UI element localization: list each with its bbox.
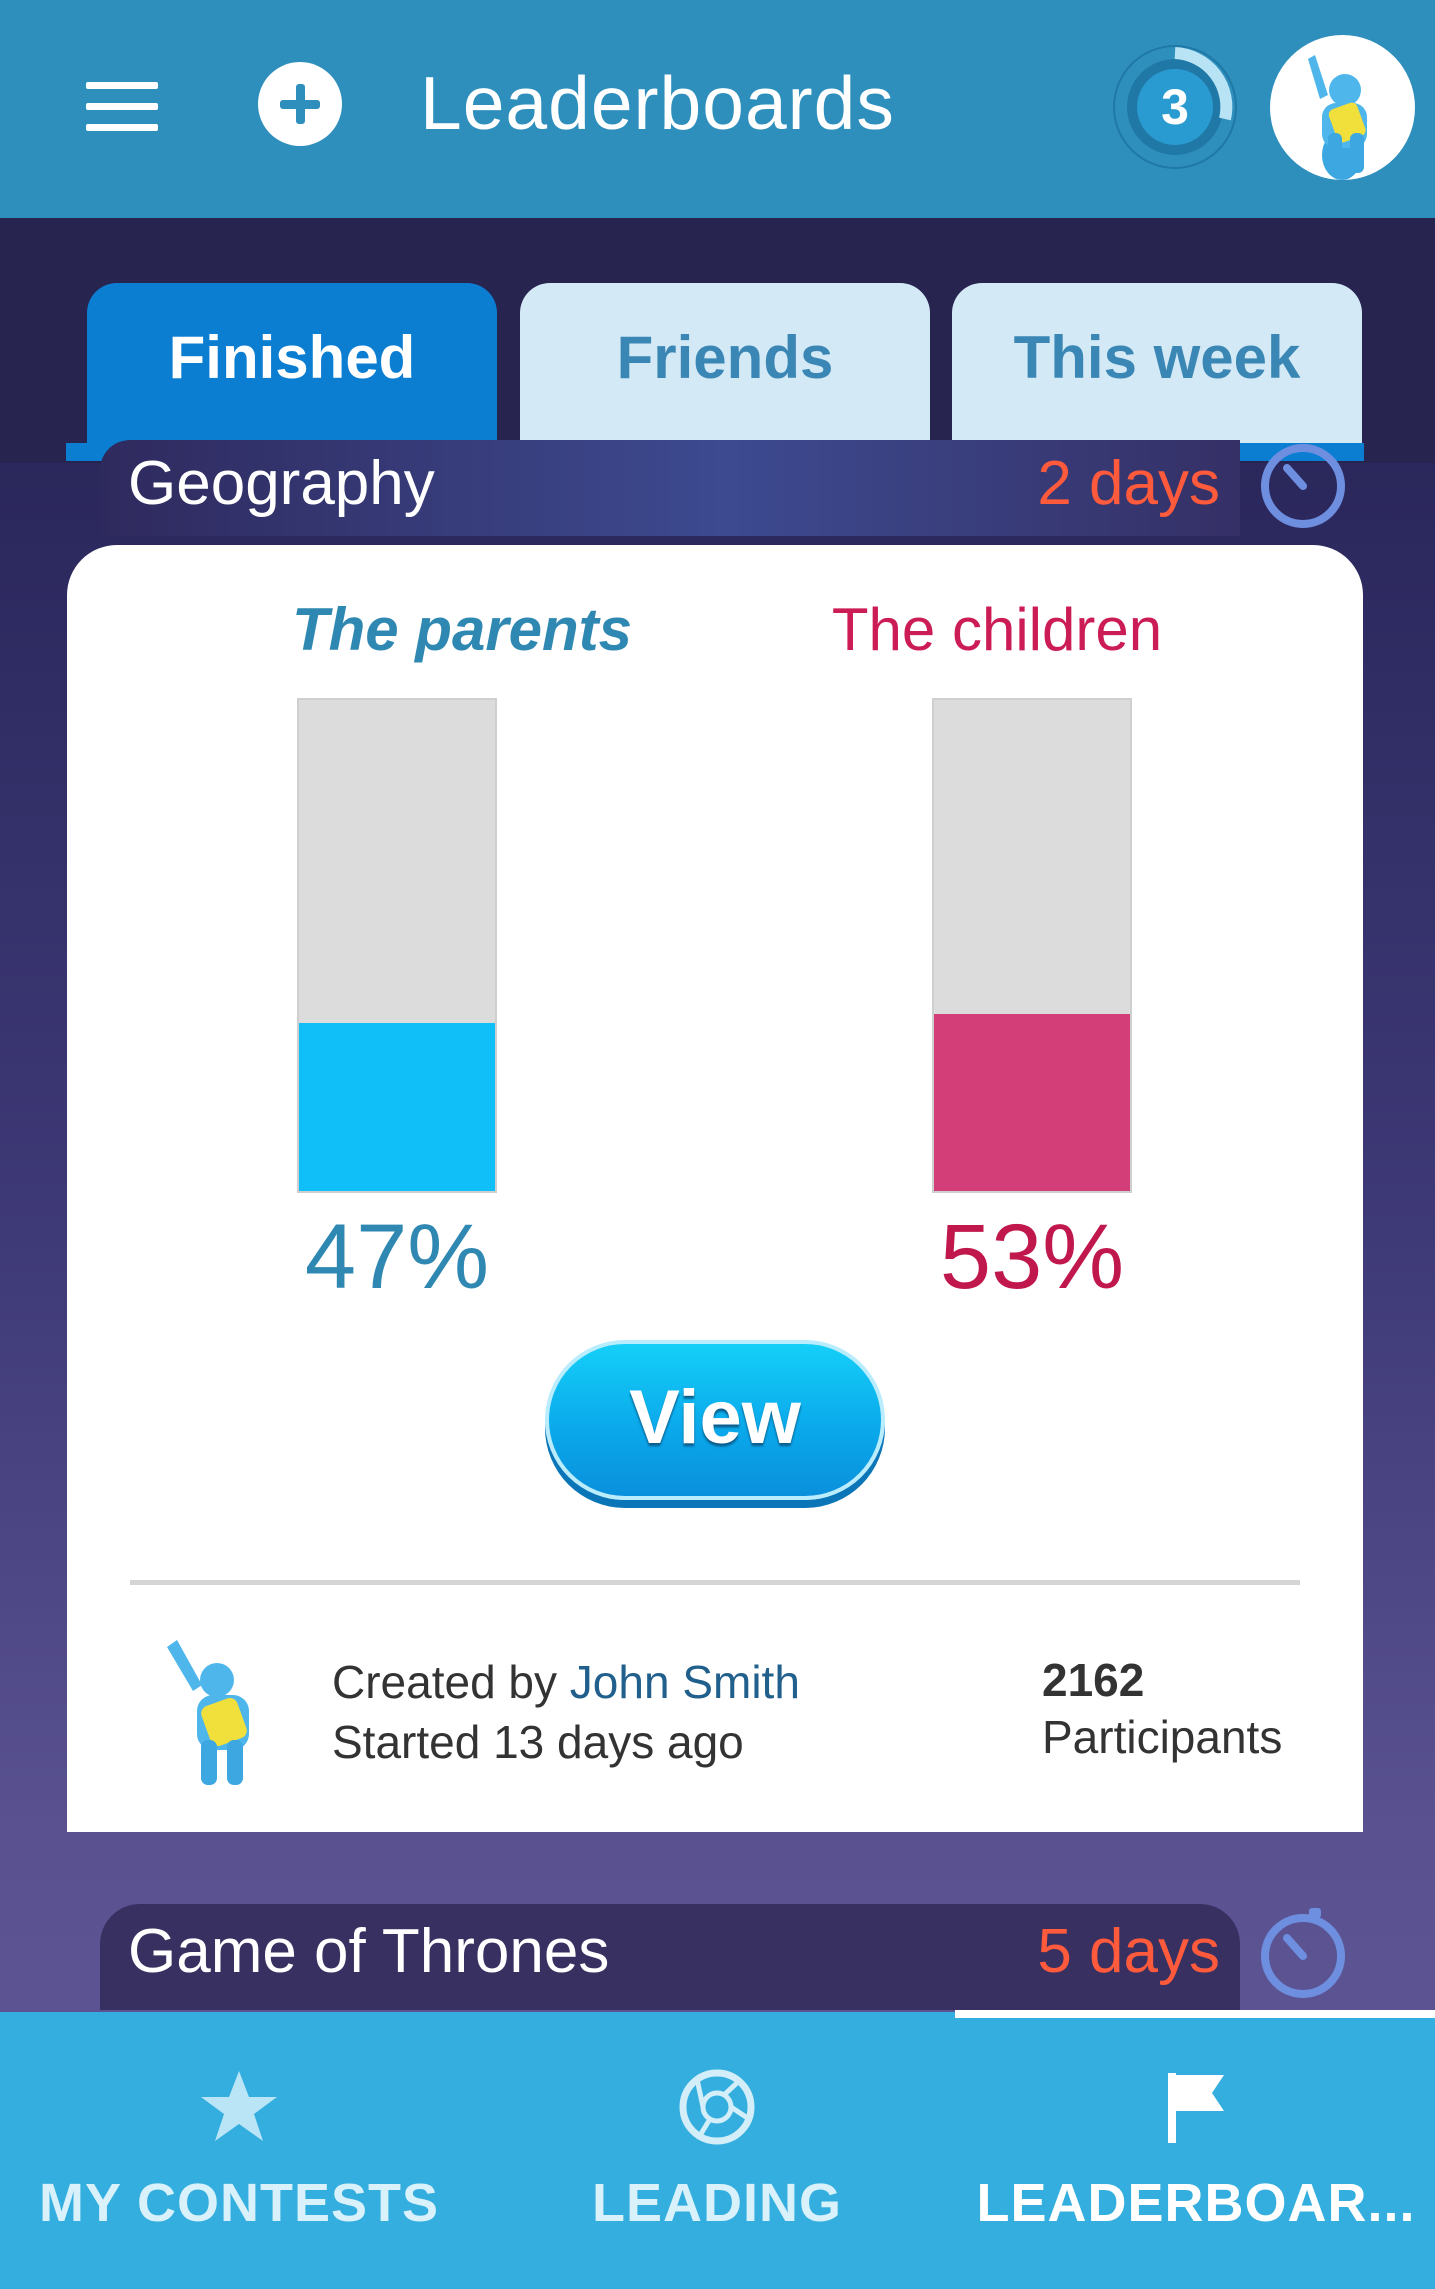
- avatar[interactable]: [1270, 35, 1415, 180]
- team-b-score-fill: [934, 1014, 1130, 1191]
- created-by-prefix: Created by: [332, 1656, 558, 1708]
- timer-icon: [1261, 444, 1345, 528]
- started-text: Started 13 days ago: [332, 1716, 744, 1768]
- nav-label: LEADERBOAR...: [976, 2173, 1416, 2233]
- team-a-score-fill: [299, 1023, 495, 1191]
- view-button[interactable]: View: [545, 1340, 885, 1500]
- tab-friends[interactable]: Friends: [520, 283, 930, 443]
- star-icon: [201, 2071, 277, 2141]
- nav-my-contests[interactable]: MY CONTESTS: [0, 2012, 478, 2289]
- team-b-percent: 53%: [939, 1206, 1125, 1308]
- contest-card: The parents The children 47% 53% View Cr…: [67, 545, 1363, 1832]
- menu-icon[interactable]: [86, 82, 158, 132]
- aperture-icon: [679, 2069, 755, 2145]
- creator-avatar[interactable]: [157, 1625, 307, 1795]
- add-circle-icon[interactable]: [258, 62, 342, 146]
- participants-label: Participants: [1042, 1711, 1283, 1763]
- creator-link[interactable]: John Smith: [570, 1656, 800, 1708]
- contest-remaining: 2 days: [1037, 449, 1220, 518]
- flag-icon: [1168, 2073, 1224, 2143]
- tab-finished[interactable]: Finished: [87, 283, 497, 443]
- participants-count: 2162: [1042, 1654, 1145, 1706]
- created-by-line: Created by John Smith: [332, 1655, 800, 1709]
- timer-icon: [1261, 1908, 1345, 1998]
- divider: [130, 1580, 1300, 1585]
- tab-this-week[interactable]: This week: [952, 283, 1362, 443]
- team-a-percent: 47%: [304, 1206, 490, 1308]
- contest-title: Game of Thrones: [128, 1917, 610, 1986]
- team-b-name: The children: [831, 596, 1163, 663]
- contest-remaining: 5 days: [1037, 1917, 1220, 1986]
- level-number: 3: [1161, 79, 1189, 135]
- team-b-score-bar: [932, 698, 1132, 1193]
- team-a-score-bar: [297, 698, 497, 1193]
- contest-title: Geography: [128, 449, 435, 518]
- nav-leading[interactable]: LEADING: [478, 2012, 956, 2289]
- page-title: Leaderboards: [420, 61, 895, 145]
- app-bar: Leaderboards 3: [0, 0, 1435, 218]
- nav-leaderboards[interactable]: LEADERBOAR...: [957, 2012, 1435, 2289]
- team-a-name: The parents: [291, 596, 633, 663]
- nav-label: LEADING: [592, 2173, 842, 2233]
- nav-label: MY CONTESTS: [38, 2173, 440, 2233]
